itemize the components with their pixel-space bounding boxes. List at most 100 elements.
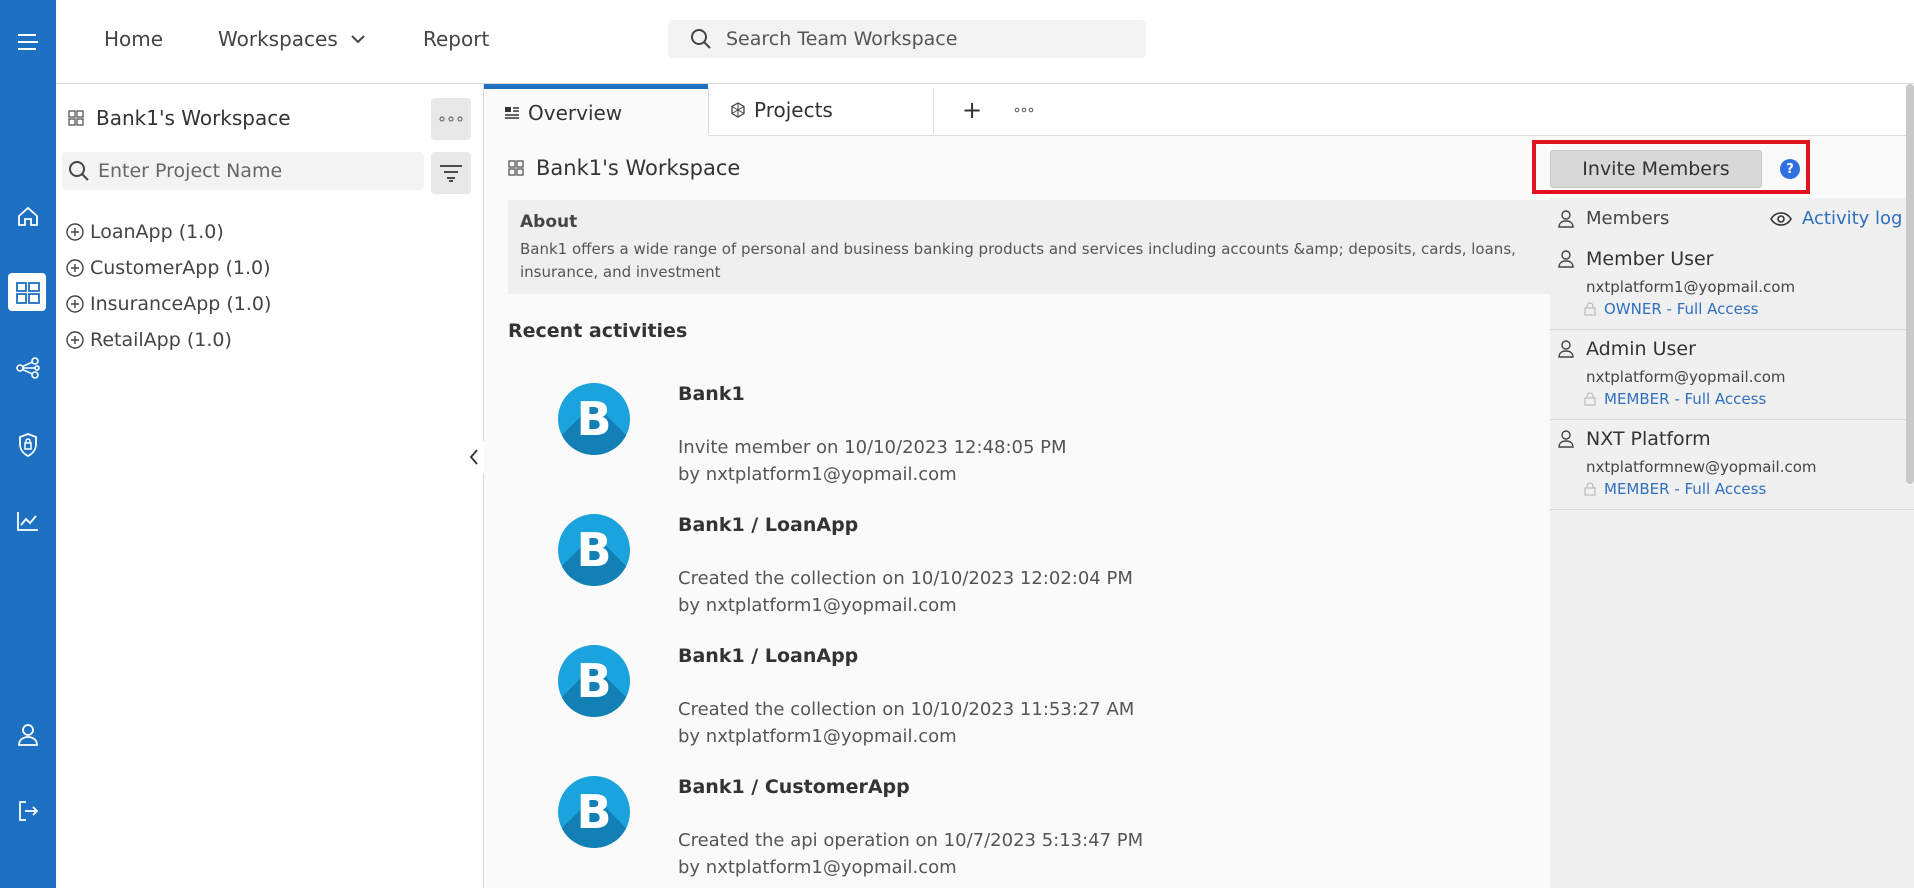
user-icon xyxy=(1558,340,1574,358)
member-role: MEMBER - Full Access xyxy=(1604,390,1767,408)
project-label[interactable]: LoanApp (1.0) xyxy=(90,221,224,243)
search-icon xyxy=(691,29,711,49)
nav-workspaces-label[interactable]: Workspaces xyxy=(218,27,338,51)
project-search[interactable] xyxy=(62,152,424,190)
filter-button[interactable] xyxy=(431,152,471,194)
member-email: nxtplatform1@yopmail.com xyxy=(1586,278,1796,296)
workspace-heading: Bank1's Workspace xyxy=(508,156,740,180)
activity-description: Created the collection on 10/10/2023 11:… xyxy=(678,699,1135,720)
member-row[interactable]: NXT Platform nxtplatformnew@yopmail.com … xyxy=(1550,420,1914,510)
member-role: OWNER - Full Access xyxy=(1604,300,1759,318)
project-item[interactable]: RetailApp (1.0) xyxy=(66,322,271,358)
activity-title: Bank1 xyxy=(678,383,745,405)
project-item[interactable]: LoanApp (1.0) xyxy=(66,214,271,250)
project-sidebar: Bank1's Workspace LoanApp (1.0) Customer… xyxy=(56,84,484,888)
chevron-left-icon xyxy=(469,449,478,465)
about-text: Bank1 offers a wide range of personal an… xyxy=(520,240,1516,281)
nav-home[interactable]: Home xyxy=(104,27,163,51)
lock-icon xyxy=(1584,482,1596,496)
activity-author: by nxtplatform1@yopmail.com xyxy=(678,857,957,878)
tab-projects[interactable]: Projects xyxy=(708,84,932,136)
tab-bar: Overview Projects + xyxy=(484,84,1914,136)
logout-icon[interactable] xyxy=(0,791,56,831)
project-label[interactable]: RetailApp (1.0) xyxy=(90,329,232,351)
activity-description: Created the collection on 10/10/2023 12:… xyxy=(678,568,1133,589)
more-horizontal-icon xyxy=(439,116,463,122)
member-name: Member User xyxy=(1586,248,1714,270)
user-icon xyxy=(1558,250,1574,268)
activity-title: Bank1 / CustomerApp xyxy=(678,776,910,798)
expand-plus-icon[interactable] xyxy=(66,331,84,349)
activity-author: by nxtplatform1@yopmail.com xyxy=(678,464,957,485)
activity-description: Created the api operation on 10/7/2023 5… xyxy=(678,830,1144,851)
search-icon xyxy=(69,161,89,181)
activity-author: by nxtplatform1@yopmail.com xyxy=(678,726,957,747)
member-row[interactable]: Admin User nxtplatform@yopmail.com MEMBE… xyxy=(1550,330,1914,420)
about-heading: About xyxy=(520,212,578,232)
nav-report-label[interactable]: Report xyxy=(423,27,489,51)
network-icon[interactable] xyxy=(0,348,56,388)
expand-plus-icon[interactable] xyxy=(66,295,84,313)
tab-projects-label[interactable]: Projects xyxy=(754,98,833,122)
workspace-icon xyxy=(508,160,524,176)
activity-title: Bank1 / LoanApp xyxy=(678,645,859,667)
members-heading: Members xyxy=(1586,208,1670,229)
activity-title: Bank1 / LoanApp xyxy=(678,514,859,536)
collapse-sidebar-button[interactable] xyxy=(464,441,484,473)
tab-more-button[interactable] xyxy=(1004,84,1044,136)
activity-author: by nxtplatform1@yopmail.com xyxy=(678,595,957,616)
more-options-button[interactable] xyxy=(431,98,471,140)
user-icon[interactable] xyxy=(0,715,56,755)
bank-logo: B xyxy=(558,645,630,717)
scrollbar[interactable] xyxy=(1906,84,1914,484)
chevron-down-icon[interactable] xyxy=(350,34,366,44)
more-horizontal-icon xyxy=(1014,107,1034,113)
search-bar[interactable] xyxy=(668,20,1146,58)
activity-description: Invite member on 10/10/2023 12:48:05 PM xyxy=(678,437,1067,458)
project-search-input[interactable] xyxy=(98,160,418,182)
project-label[interactable]: InsuranceApp (1.0) xyxy=(90,293,271,315)
bank-logo: B xyxy=(558,776,630,848)
members-header: Members Activity log xyxy=(1550,198,1914,240)
project-label[interactable]: CustomerApp (1.0) xyxy=(90,257,271,279)
projects-icon xyxy=(731,102,745,118)
lock-icon xyxy=(1584,302,1596,316)
invite-highlight: Invite Members ? xyxy=(1532,140,1810,194)
security-icon[interactable] xyxy=(0,425,56,465)
home-icon[interactable] xyxy=(0,196,56,236)
help-icon[interactable]: ? xyxy=(1780,159,1800,179)
activity-log-link[interactable]: Activity log xyxy=(1770,208,1902,229)
workspace-title: Bank1's Workspace xyxy=(536,156,741,180)
tab-overview[interactable]: Overview xyxy=(484,84,708,136)
add-tab-button[interactable]: + xyxy=(950,84,994,136)
menu-icon[interactable] xyxy=(0,22,56,62)
invite-members-button[interactable]: Invite Members xyxy=(1550,150,1762,188)
activity-log-label[interactable]: Activity log xyxy=(1802,208,1902,229)
eye-icon xyxy=(1770,211,1792,226)
bank-logo: B xyxy=(558,514,630,586)
analytics-icon[interactable] xyxy=(0,501,56,541)
user-icon xyxy=(1558,210,1574,228)
expand-plus-icon[interactable] xyxy=(66,223,84,241)
top-bar: Home Workspaces Report xyxy=(56,0,1914,84)
project-item[interactable]: InsuranceApp (1.0) xyxy=(66,286,271,322)
left-rail xyxy=(0,0,56,888)
expand-plus-icon[interactable] xyxy=(66,259,84,277)
member-row[interactable]: Member User nxtplatform1@yopmail.com OWN… xyxy=(1550,240,1914,330)
help-label[interactable]: ? xyxy=(1786,162,1794,177)
nav-home-label[interactable]: Home xyxy=(104,27,163,51)
user-icon xyxy=(1558,430,1574,448)
add-tab-label[interactable]: + xyxy=(962,96,982,124)
tab-overview-label[interactable]: Overview xyxy=(528,101,622,125)
sidebar-title-label: Bank1's Workspace xyxy=(96,106,291,130)
nav-report[interactable]: Report xyxy=(423,27,489,51)
sidebar-title: Bank1's Workspace xyxy=(68,106,291,130)
bank-logo: B xyxy=(558,383,630,455)
project-item[interactable]: CustomerApp (1.0) xyxy=(66,250,271,286)
recent-activities-heading: Recent activities xyxy=(508,320,688,342)
nav-workspaces[interactable]: Workspaces xyxy=(218,27,366,51)
filter-icon xyxy=(440,165,462,182)
lock-icon xyxy=(1584,392,1596,406)
search-input[interactable] xyxy=(726,28,1106,50)
workspace-icon[interactable] xyxy=(0,273,56,313)
